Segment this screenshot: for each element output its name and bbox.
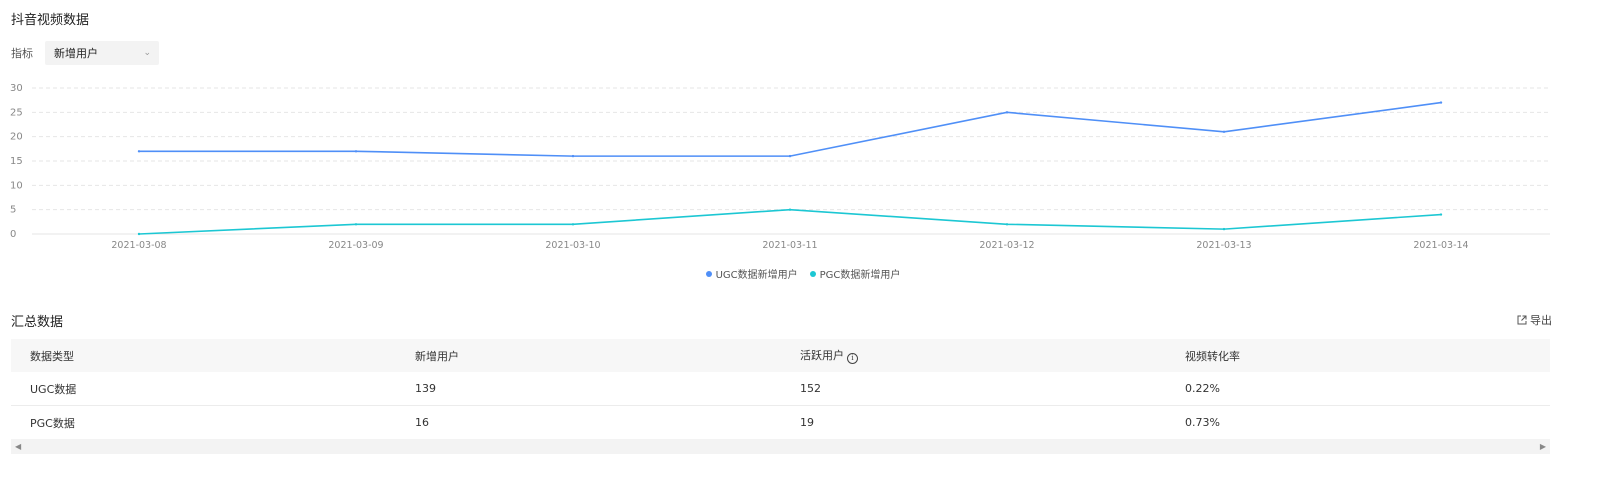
- info-icon[interactable]: i: [847, 353, 858, 364]
- metric-select[interactable]: 新增用户 ⌄: [45, 41, 159, 65]
- data-point: [571, 154, 575, 158]
- y-tick-label: 15: [10, 156, 23, 167]
- col-header-type[interactable]: 数据类型: [11, 348, 396, 364]
- export-label: 导出: [1530, 314, 1552, 327]
- data-point: [354, 223, 358, 226]
- x-tick-label: 2021-03-12: [979, 240, 1034, 251]
- legend-dot-ugc: [705, 270, 712, 277]
- cell-type: UGC数据: [30, 382, 77, 396]
- cell-active-users: 19: [800, 416, 814, 429]
- data-point: [1439, 213, 1443, 216]
- metric-filter: 指标 新增用户 ⌄: [11, 41, 159, 65]
- page-title: 抖音视频数据: [11, 13, 90, 28]
- col-header-conversion[interactable]: 视频转化率: [1166, 348, 1550, 364]
- col-header-active-users[interactable]: 活跃用户 i: [781, 347, 1166, 364]
- export-button[interactable]: 导出: [1517, 312, 1552, 328]
- cell-conversion: 0.22%: [1185, 382, 1220, 395]
- legend-item-ugc[interactable]: UGC数据新增用户: [705, 266, 798, 281]
- legend-label-pgc: PGC数据新增用户: [819, 270, 901, 281]
- data-point: [788, 208, 792, 211]
- cell-type: PGC数据: [30, 416, 75, 430]
- cell-new-users: 139: [415, 382, 436, 395]
- data-point: [1222, 130, 1226, 133]
- line-chart: 0 5 10 15 20 25 30 2021-03-08 2021-03-09 2021-03-…: [10, 83, 1550, 251]
- data-point: [354, 150, 358, 153]
- legend-label-ugc: UGC数据新增用户: [715, 270, 798, 281]
- y-tick-label: 25: [10, 107, 23, 118]
- cell-conversion: 0.73%: [1185, 416, 1220, 429]
- x-tick-label: 2021-03-13: [1196, 240, 1251, 251]
- scroll-left-icon[interactable]: ◀: [15, 442, 21, 451]
- x-tick-label: 2021-03-09: [328, 240, 383, 251]
- series-line-ugc: [139, 101, 1442, 157]
- y-tick-label: 5: [10, 205, 16, 216]
- data-point: [1222, 227, 1226, 231]
- x-tick-label: 2021-03-11: [762, 240, 817, 251]
- data-point: [137, 232, 141, 236]
- data-point: [1439, 101, 1443, 104]
- data-point: [788, 154, 792, 158]
- chevron-down-icon: ⌄: [143, 48, 151, 58]
- export-icon: [1517, 315, 1527, 325]
- metric-label: 指标: [11, 47, 33, 60]
- x-tick-label: 2021-03-14: [1413, 240, 1468, 251]
- data-point: [571, 223, 575, 226]
- table-header: 数据类型 新增用户 活跃用户 i 视频转化率: [11, 339, 1550, 372]
- col-header-active-users-label: 活跃用户: [800, 349, 844, 362]
- table-row: PGC数据 16 19 0.73%: [11, 406, 1550, 440]
- horizontal-scrollbar[interactable]: ◀ ▶: [11, 439, 1550, 454]
- y-tick-label: 30: [10, 83, 23, 94]
- chart-legend: UGC数据新增用户 PGC数据新增用户: [0, 266, 1606, 281]
- y-tick-label: 20: [10, 132, 23, 143]
- y-tick-label: 10: [10, 180, 23, 191]
- col-header-new-users[interactable]: 新增用户: [396, 348, 781, 364]
- summary-table: 数据类型 新增用户 活跃用户 i 视频转化率 UGC数据 139 152 0.22…: [11, 339, 1550, 440]
- cell-active-users: 152: [800, 382, 821, 395]
- cell-new-users: 16: [415, 416, 429, 429]
- data-point: [1005, 223, 1009, 226]
- data-point: [1005, 111, 1009, 114]
- data-point: [137, 150, 141, 153]
- x-tick-label: 2021-03-10: [545, 240, 600, 251]
- summary-title: 汇总数据: [11, 315, 64, 330]
- x-tick-label: 2021-03-08: [111, 240, 166, 251]
- y-tick-label: 0: [10, 229, 16, 240]
- metric-select-value: 新增用户: [54, 47, 98, 60]
- series-line-pgc: [138, 208, 1442, 235]
- legend-item-pgc[interactable]: PGC数据新增用户: [809, 266, 901, 281]
- scroll-right-icon[interactable]: ▶: [1540, 442, 1546, 451]
- legend-dot-pgc: [809, 270, 816, 277]
- table-row: UGC数据 139 152 0.22%: [11, 372, 1550, 406]
